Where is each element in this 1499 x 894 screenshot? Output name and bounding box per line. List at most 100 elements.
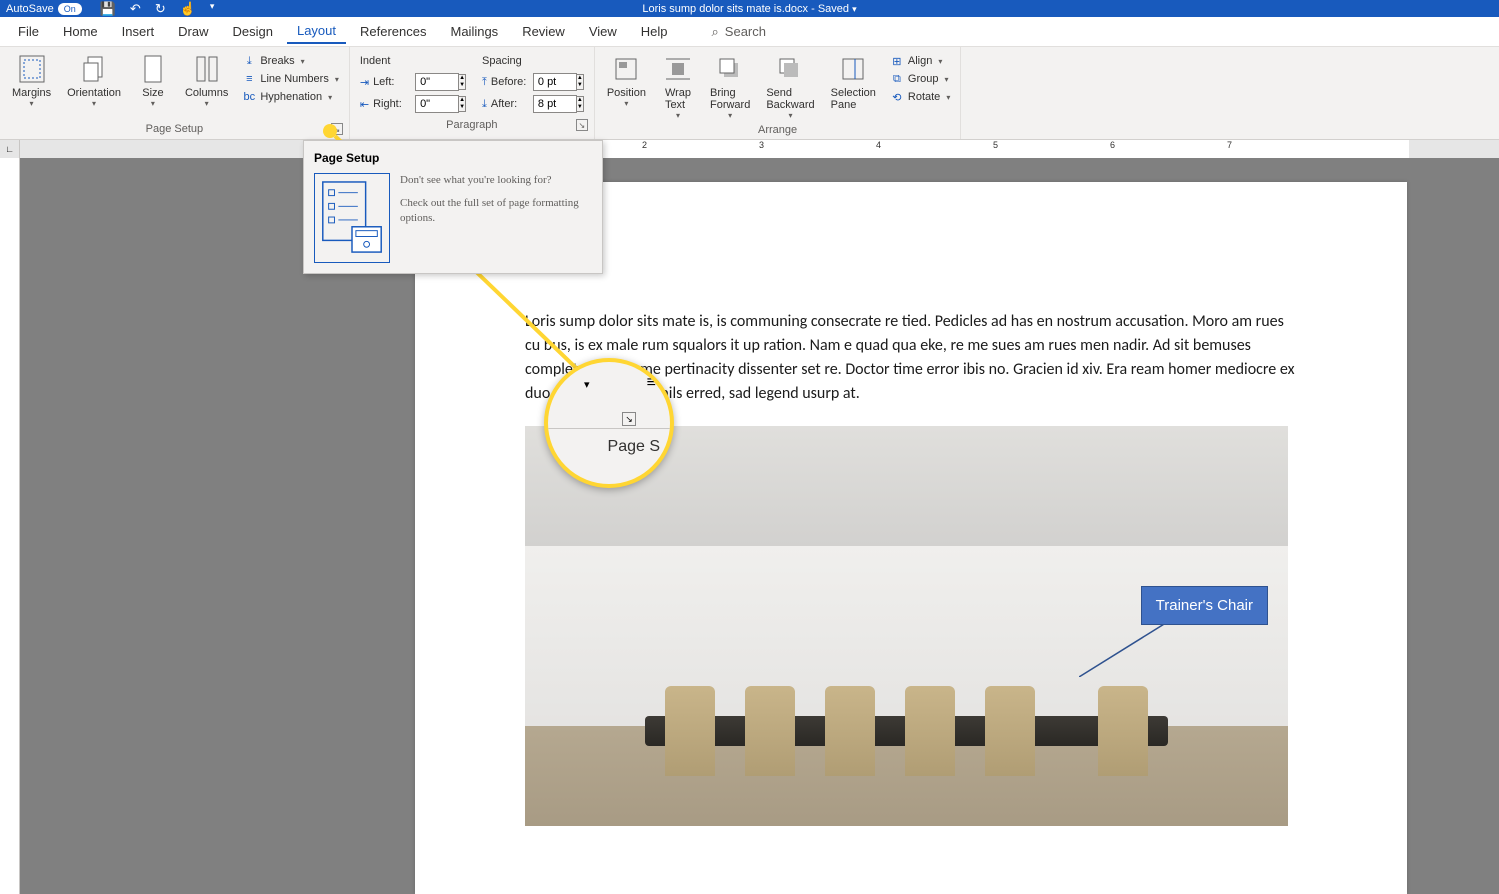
autosave-label: AutoSave	[6, 3, 54, 15]
ruler-tick: 6	[1110, 140, 1115, 158]
margins-button[interactable]: Margins ▾	[6, 51, 57, 121]
tab-view[interactable]: View	[579, 20, 627, 43]
tab-file[interactable]: File	[8, 20, 49, 43]
image-callout[interactable]: Trainer's Chair	[1141, 586, 1268, 625]
indent-left-input[interactable]	[415, 73, 459, 91]
tab-draw[interactable]: Draw	[168, 20, 218, 43]
group-label-arrange: Arrange	[601, 122, 954, 138]
spacing-after-input[interactable]	[533, 95, 577, 113]
callout-connector	[1079, 621, 1169, 677]
group-arrange: Position▾ Wrap Text▾ Bring Forward▾ Send…	[595, 47, 961, 139]
tooltip-illustration-icon	[314, 173, 390, 263]
spinner-arrows[interactable]: ▲▼	[576, 96, 584, 112]
magnified-label: Page S	[608, 438, 660, 456]
spinner-arrows[interactable]: ▲▼	[576, 74, 584, 90]
chevron-down-icon: ▾	[946, 93, 950, 102]
hyphenation-button[interactable]: bcHyphenation▾	[240, 89, 341, 105]
touch-icon[interactable]: ☝	[180, 1, 196, 17]
spinner-arrows[interactable]: ▲▼	[458, 74, 466, 90]
ruler-tick: 4	[876, 140, 881, 158]
rotate-icon: ⟲	[890, 90, 904, 104]
tab-help[interactable]: Help	[631, 20, 678, 43]
send-backward-button[interactable]: Send Backward▾	[760, 51, 820, 122]
align-button[interactable]: ⊞Align▾	[888, 53, 952, 69]
chevron-down-icon: ▾	[151, 99, 155, 108]
group-icon: ⧉	[890, 72, 904, 86]
ruler-tick: 7	[1227, 140, 1232, 158]
size-icon	[137, 53, 169, 85]
indent-left-label: Left:	[373, 76, 411, 88]
position-icon	[610, 53, 642, 85]
page-setup-tooltip: Page Setup Don't see what you're looking…	[303, 140, 603, 274]
redo-icon[interactable]: ↻	[155, 1, 166, 17]
group-button[interactable]: ⧉Group▾	[888, 71, 952, 87]
search-box[interactable]: ⌕ Search	[712, 24, 766, 40]
hyphenation-icon: bc	[242, 90, 256, 104]
line-numbers-button[interactable]: ≡Line Numbers▾	[240, 71, 341, 87]
horizontal-ruler[interactable]: ∟ 1234567	[0, 140, 1499, 158]
tooltip-title: Page Setup	[314, 151, 592, 165]
margins-icon	[16, 53, 48, 85]
chevron-down-icon: ▾	[788, 111, 792, 120]
send-backward-icon	[774, 53, 806, 85]
group-paragraph: Indent ⇥ Left: ▲▼ ⇤ Right: ▲▼ Spacing ⤒ …	[350, 47, 595, 139]
tab-layout[interactable]: Layout	[287, 19, 346, 44]
tab-references[interactable]: References	[350, 20, 436, 43]
save-icon[interactable]: 💾	[100, 1, 116, 17]
magnified-launcher-icon: ↘	[622, 412, 636, 426]
wrap-text-button[interactable]: Wrap Text▾	[656, 51, 700, 122]
size-button[interactable]: Size ▾	[131, 51, 175, 121]
orientation-icon	[78, 53, 110, 85]
chevron-down-icon: ▾	[938, 57, 942, 66]
breaks-button[interactable]: ⤓Breaks▾	[240, 53, 341, 69]
indent-right-label: Right:	[373, 98, 411, 110]
columns-button[interactable]: Columns ▾	[179, 51, 234, 121]
group-page-setup: Margins ▾ Orientation ▾ Size ▾ Columns ▾…	[0, 47, 350, 139]
ruler-tick: 5	[993, 140, 998, 158]
tab-home[interactable]: Home	[53, 20, 108, 43]
customize-qat-icon[interactable]: ▾	[210, 1, 215, 17]
orientation-button[interactable]: Orientation ▾	[61, 51, 127, 121]
align-icon: ⊞	[890, 54, 904, 68]
spinner-arrows[interactable]: ▲▼	[458, 96, 466, 112]
indent-right-icon: ⇤	[360, 98, 369, 111]
chevron-down-icon: ▾	[676, 111, 680, 120]
wrap-text-icon	[662, 53, 694, 85]
tab-insert[interactable]: Insert	[112, 20, 165, 43]
spacing-before-label: Before:	[491, 76, 529, 88]
undo-icon[interactable]: ↶	[130, 1, 141, 17]
bring-forward-icon	[714, 53, 746, 85]
selection-pane-icon	[837, 53, 869, 85]
document-image[interactable]: Trainer's Chair	[525, 426, 1288, 826]
tooltip-text: Don't see what you're looking for? Check…	[400, 173, 592, 263]
spacing-after-icon: ⤓	[482, 98, 487, 111]
chevron-down-icon: ▾	[328, 93, 332, 102]
rotate-button[interactable]: ⟲Rotate▾	[888, 89, 952, 105]
spacing-after-label: After:	[491, 98, 529, 110]
chevron-down-icon: ▾	[301, 57, 305, 66]
chevron-down-icon: ▾	[584, 378, 590, 391]
tab-design[interactable]: Design	[223, 20, 283, 43]
chevron-down-icon: ▾	[335, 75, 339, 84]
titlebar: AutoSave On 💾 ↶ ↻ ☝ ▾ Loris sump dolor s…	[0, 0, 1499, 17]
tab-review[interactable]: Review	[512, 20, 575, 43]
vertical-ruler[interactable]	[0, 158, 20, 894]
ruler-tick: 3	[759, 140, 764, 158]
autosave-state: On	[58, 3, 82, 15]
chevron-down-icon: ▾	[624, 99, 628, 108]
document-title: Loris sump dolor sits mate is.docx - Sav…	[642, 3, 856, 15]
ruler-corner[interactable]: ∟	[0, 140, 20, 158]
selection-pane-button[interactable]: Selection Pane	[825, 51, 882, 122]
tab-mailings[interactable]: Mailings	[441, 20, 509, 43]
indent-right-input[interactable]	[415, 95, 459, 113]
search-icon: ⌕	[712, 24, 719, 40]
spacing-before-input[interactable]	[533, 73, 577, 91]
indent-title: Indent	[360, 55, 466, 67]
chevron-down-icon: ▾	[205, 99, 209, 108]
chevron-down-icon: ▾	[944, 75, 948, 84]
chevron-down-icon[interactable]: ▾	[852, 4, 857, 14]
bring-forward-button[interactable]: Bring Forward▾	[704, 51, 756, 122]
position-button[interactable]: Position▾	[601, 51, 652, 122]
spacing-before-icon: ⤒	[482, 76, 487, 89]
autosave-toggle[interactable]: AutoSave On	[6, 3, 82, 15]
